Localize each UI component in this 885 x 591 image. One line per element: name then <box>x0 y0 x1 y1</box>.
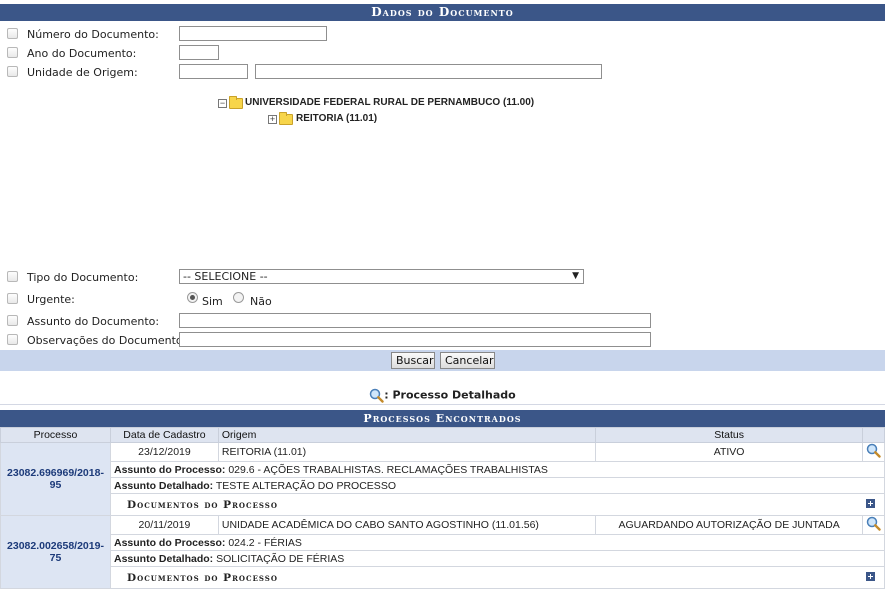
legend: : Processo Detalhado <box>0 388 885 404</box>
data-cadastro: 23/12/2019 <box>109 442 219 462</box>
numero-input[interactable] <box>179 26 327 41</box>
assunto-label: Assunto do Documento: <box>27 315 160 328</box>
assunto-key: Assunto do Processo: <box>113 463 226 476</box>
processo-number[interactable]: 23082.002658/2019-75 <box>0 515 111 589</box>
detalhado-row: Assunto Detalhado: TESTE ALTERAÇÃO DO PR… <box>1 477 885 494</box>
documentos-label: Documentos do Processo <box>126 498 278 511</box>
numero-label: Número do Documento: <box>27 28 159 41</box>
view-detail-button[interactable] <box>861 515 885 535</box>
collapse-minus-icon[interactable]: − <box>218 99 227 108</box>
urgente-sim-label: Sim <box>202 295 223 308</box>
unidade-label: Unidade de Origem: <box>27 66 138 79</box>
expand-plus-icon[interactable]: + <box>268 115 277 124</box>
assunto-value: 024.2 - FÉRIAS <box>228 536 302 549</box>
detalhado-key: Assunto Detalhado: <box>113 479 214 492</box>
table-row: 23082.002658/2019-75 20/11/2019 UNIDADE … <box>0 515 885 589</box>
col-header-origem: Origem <box>217 427 597 443</box>
tipo-checkbox[interactable] <box>7 271 18 282</box>
detalhado-cell: Assunto Detalhado: TESTE ALTERAÇÃO DO PR… <box>109 477 885 494</box>
urgente-nao-label: Não <box>250 295 272 308</box>
col-header-processo: Processo <box>0 427 111 443</box>
detalhado-key: Assunto Detalhado: <box>113 552 214 565</box>
processo-number[interactable]: 23082.696969/2018-95 <box>0 442 111 516</box>
magnifier-icon[interactable] <box>866 516 881 531</box>
assunto-row: Assunto do Processo: 029.6 - AÇÕES TRABA… <box>1 461 885 478</box>
obs-row: Observações do Documento: <box>0 331 885 349</box>
results-table: Processo Data de Cadastro Origem Status … <box>0 427 885 589</box>
ano-input[interactable] <box>179 45 219 60</box>
cancelar-button[interactable]: Cancelar <box>440 352 495 369</box>
assunto-row: Assunto do Processo: 024.2 - FÉRIAS <box>1 534 885 551</box>
tree-child-node[interactable]: + REITORIA (11.01) <box>268 112 468 127</box>
documentos-row: Documentos do Processo <box>1 493 885 516</box>
ano-label: Ano do Documento: <box>27 47 137 60</box>
results-header-row: Processo Data de Cadastro Origem Status <box>0 427 885 443</box>
detalhado-value: SOLICITAÇÃO DE FÉRIAS <box>216 552 345 565</box>
assunto-value: 029.6 - AÇÕES TRABALHISTAS. RECLAMAÇÕES … <box>228 463 548 476</box>
urgente-label: Urgente: <box>27 293 75 306</box>
status: AGUARDANDO AUTORIZAÇÃO DE JUNTADA <box>595 515 863 535</box>
obs-input[interactable] <box>179 332 651 347</box>
legend-label: : Processo Detalhado <box>384 388 516 402</box>
assunto-cell: Assunto do Processo: 029.6 - AÇÕES TRABA… <box>109 461 885 478</box>
col-header-action <box>861 427 885 443</box>
ano-checkbox[interactable] <box>7 47 18 58</box>
results-title: Processos Encontrados <box>0 410 885 427</box>
status: ATIVO <box>595 442 863 462</box>
legend-divider <box>0 404 885 405</box>
urgente-checkbox[interactable] <box>7 293 18 304</box>
expand-plus-icon[interactable] <box>866 498 875 508</box>
detalhado-row: Assunto Detalhado: SOLICITAÇÃO DE FÉRIAS <box>1 550 885 567</box>
magnifier-icon <box>370 388 384 403</box>
assunto-key: Assunto do Processo: <box>113 536 226 549</box>
magnifier-icon[interactable] <box>866 443 881 458</box>
origem: UNIDADE ACADÊMICA DO CABO SANTO AGOSTINH… <box>217 515 597 535</box>
dropdown-arrow-icon: ▼ <box>572 271 579 281</box>
detalhado-value: TESTE ALTERAÇÃO DO PROCESSO <box>215 479 396 492</box>
folder-icon <box>229 96 243 109</box>
detalhado-cell: Assunto Detalhado: SOLICITAÇÃO DE FÉRIAS <box>109 550 885 567</box>
unidade-row: Unidade de Origem: <box>0 63 885 81</box>
tipo-select[interactable]: -- SELECIONE -- ▼ <box>179 269 584 284</box>
assunto-input[interactable] <box>179 313 651 328</box>
col-header-data: Data de Cadastro <box>109 427 219 443</box>
data-cadastro: 20/11/2019 <box>109 515 219 535</box>
assunto-row: Assunto do Documento: <box>0 312 885 330</box>
documentos-toggle[interactable]: Documentos do Processo <box>109 493 885 516</box>
tree-root-node[interactable]: − UNIVERSIDADE FEDERAL RURAL DE PERNAMBU… <box>218 96 618 111</box>
tree-root-label[interactable]: UNIVERSIDADE FEDERAL RURAL DE PERNAMBUCO… <box>245 97 534 108</box>
ano-row: Ano do Documento: <box>0 44 885 62</box>
buscar-button[interactable]: Buscar <box>391 352 435 369</box>
folder-icon <box>279 112 293 125</box>
documentos-label: Documentos do Processo <box>126 571 278 584</box>
assunto-cell: Assunto do Processo: 024.2 - FÉRIAS <box>109 534 885 551</box>
numero-row: Número do Documento: <box>0 25 885 43</box>
obs-checkbox[interactable] <box>7 334 18 345</box>
obs-label: Observações do Documento: <box>27 334 187 347</box>
form-title: Dados do Documento <box>0 4 885 21</box>
urgente-nao-radio[interactable] <box>233 292 244 303</box>
tipo-label: Tipo do Documento: <box>27 271 139 284</box>
numero-checkbox[interactable] <box>7 28 18 39</box>
documentos-toggle[interactable]: Documentos do Processo <box>109 566 885 589</box>
form-buttons-bar: Buscar Cancelar <box>0 350 885 371</box>
assunto-checkbox[interactable] <box>7 315 18 326</box>
origem: REITORIA (11.01) <box>217 442 597 462</box>
unidade-checkbox[interactable] <box>7 66 18 77</box>
documentos-row: Documentos do Processo <box>1 566 885 589</box>
expand-plus-icon[interactable] <box>866 571 875 581</box>
col-header-status: Status <box>595 427 863 443</box>
urgente-sim-radio[interactable] <box>187 292 198 303</box>
urgente-row: Urgente: Sim Não <box>0 290 885 308</box>
tree-child-label[interactable]: REITORIA (11.01) <box>296 113 377 124</box>
unidade-code-input[interactable] <box>179 64 248 79</box>
tipo-row: Tipo do Documento: -- SELECIONE -- ▼ <box>0 268 885 286</box>
tipo-selected-value: -- SELECIONE -- <box>183 270 268 283</box>
table-row: 23082.696969/2018-95 23/12/2019 REITORIA… <box>0 442 885 516</box>
unidade-name-input[interactable] <box>255 64 602 79</box>
view-detail-button[interactable] <box>861 442 885 462</box>
